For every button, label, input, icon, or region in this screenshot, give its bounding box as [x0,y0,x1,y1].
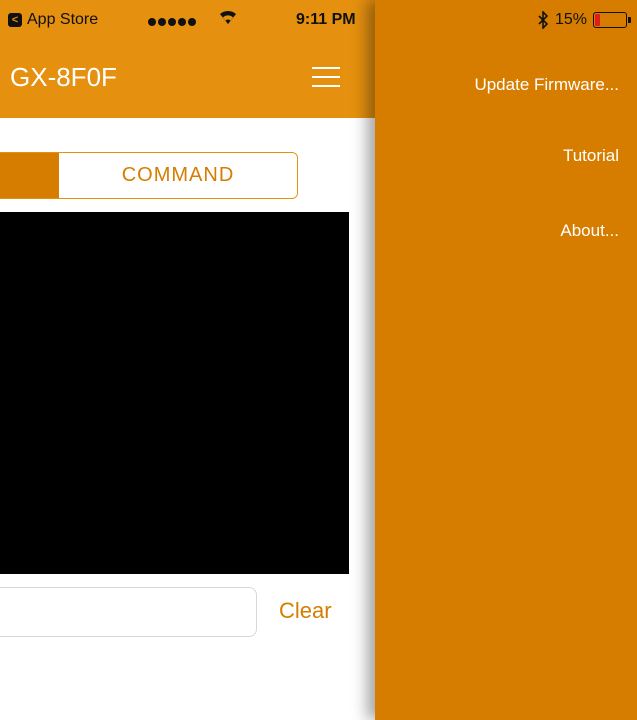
command-input[interactable] [0,587,257,637]
device-title: GX-8F0F [10,62,117,92]
back-arrow-icon[interactable]: < [8,13,22,27]
hamburger-menu-icon[interactable] [312,67,340,89]
status-time: 9:11 PM [296,11,356,28]
nav-bar: GX-8F0F [0,40,375,118]
clear-button[interactable]: Clear [279,598,332,624]
wifi-icon [220,10,236,24]
menu-item-tutorial[interactable]: Tutorial [563,146,619,166]
console-output [0,212,349,574]
main-view: < App Store 9:11 PM GX-8F0F COMMAND Clea… [0,0,375,720]
mode-segmented-control: COMMAND [0,152,298,199]
status-bar: < App Store 9:11 PM [0,0,375,40]
battery-icon [593,12,631,28]
battery-percent: 15% [554,11,587,28]
status-bar-right: 15% [537,11,631,29]
signal-strength-icon [148,18,196,26]
menu-item-about[interactable]: About... [560,221,619,241]
bluetooth-icon [538,11,549,29]
back-to-app-store-link[interactable]: App Store [27,11,98,29]
menu-item-update-firmware[interactable]: Update Firmware... [474,75,619,95]
side-menu-panel: 15% Update Firmware... Tutorial About... [375,0,637,720]
segment-selected[interactable] [0,153,59,198]
segment-command[interactable]: COMMAND [59,153,297,198]
